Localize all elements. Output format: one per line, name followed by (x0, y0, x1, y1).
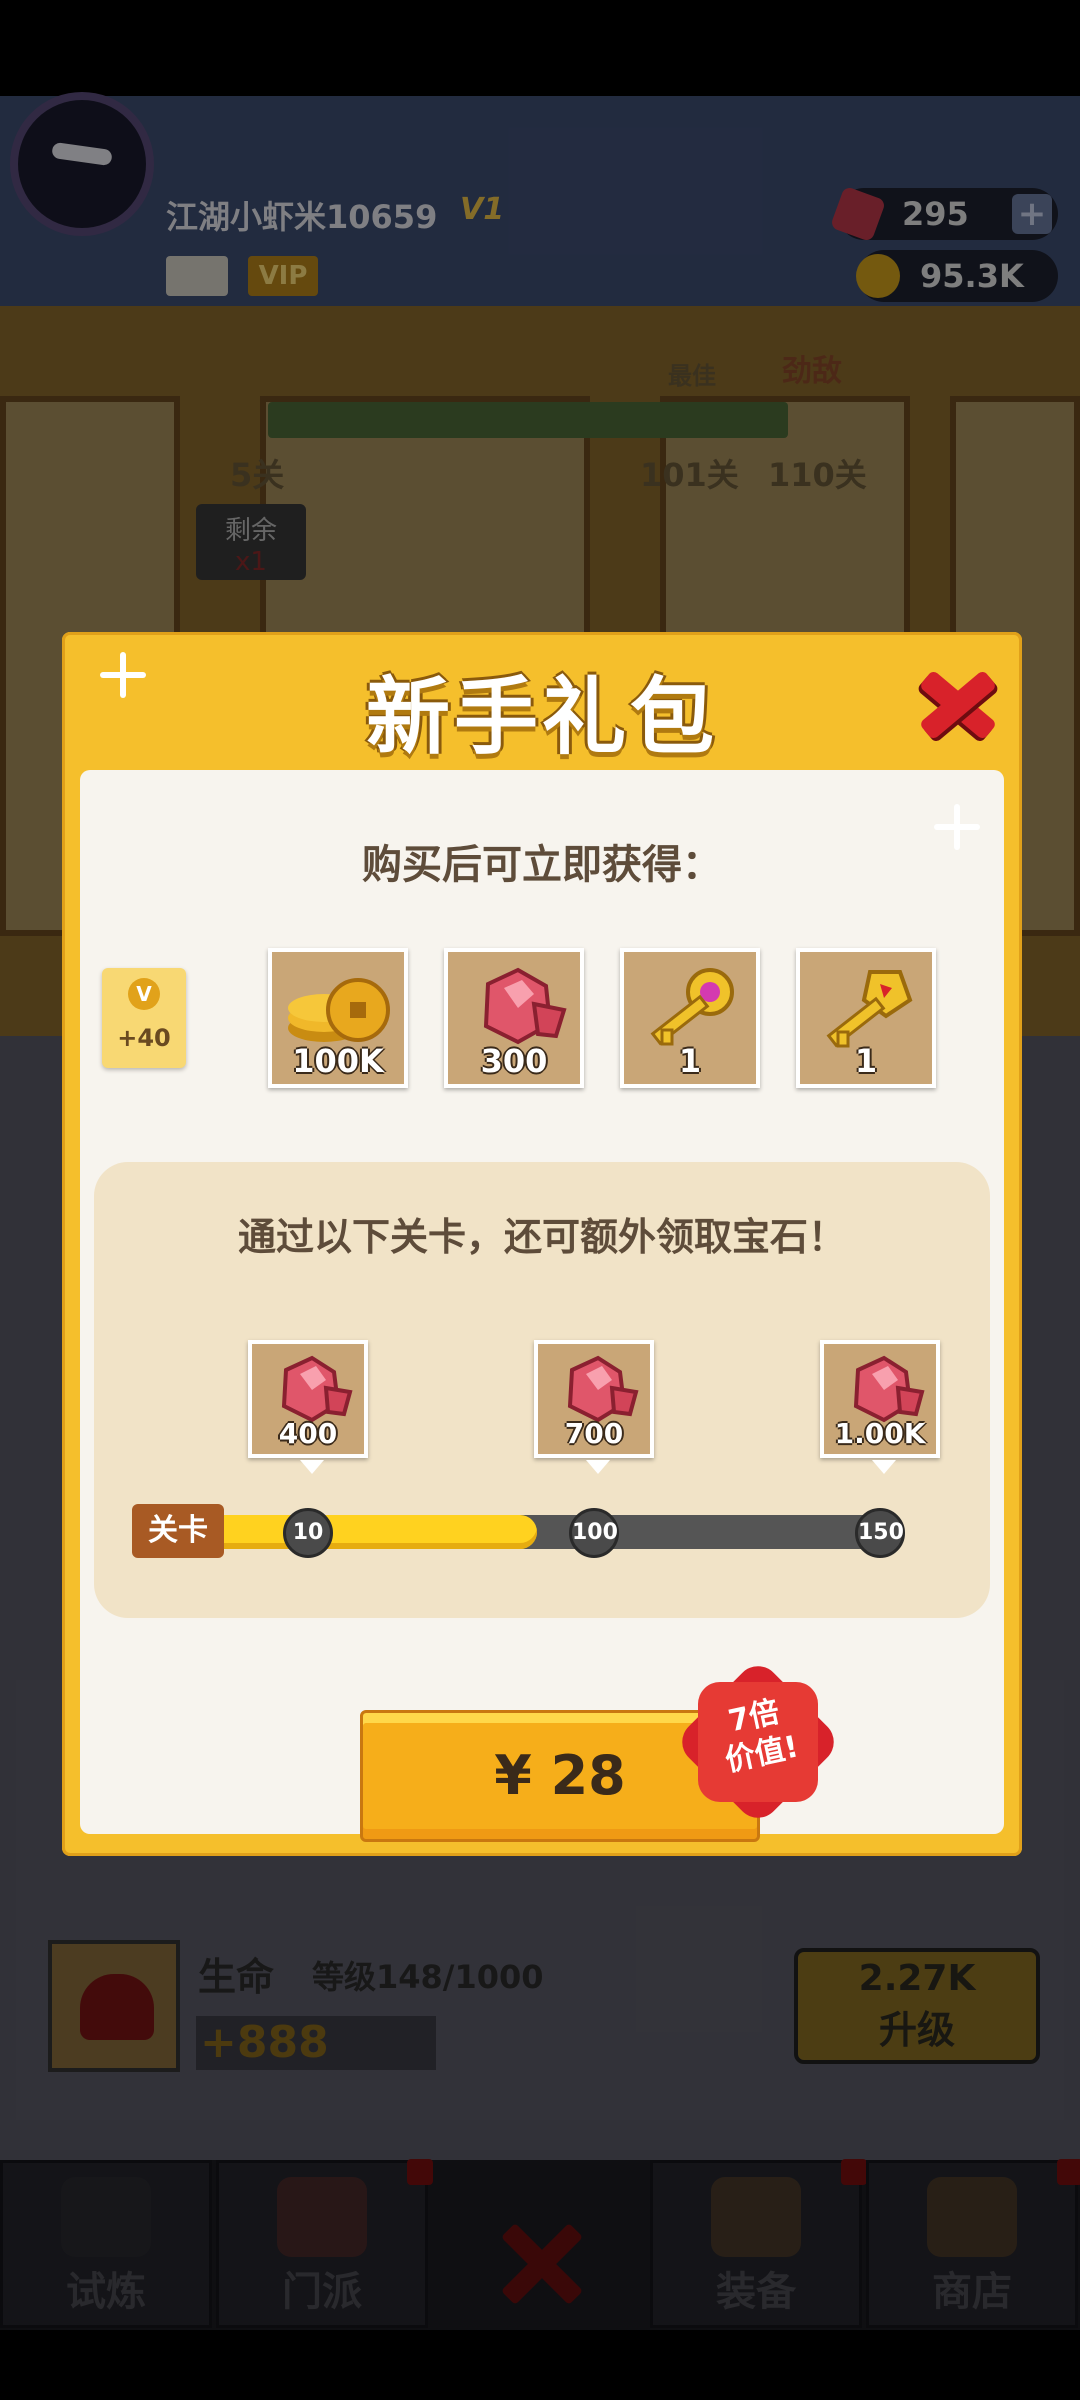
stage-reward-count: 400 (278, 1417, 338, 1450)
dialog-content: 购买后可立即获得： V +40 100K 300 1 1 通过以下关卡，还可额外… (80, 770, 1004, 1842)
gold-coins-icon (288, 978, 390, 1042)
starter-pack-dialog: 新手礼包 购买后可立即获得： V +40 100K 300 1 1 通过以下关卡… (62, 632, 1022, 1856)
ruby-gem-icon (281, 1355, 353, 1423)
stage-bonus-panel: 通过以下关卡，还可额外领取宝石！ 400 700 1.00K 关卡 10 100… (94, 1162, 990, 1618)
stage-node: 150 (855, 1508, 905, 1558)
ruby-gem-icon (567, 1355, 639, 1423)
reward-gold[interactable]: 100K (268, 948, 408, 1088)
reward-gems[interactable]: 300 (444, 948, 584, 1088)
ruby-gem-icon (483, 967, 567, 1045)
reward-gold-key[interactable]: 1 (796, 948, 936, 1088)
stage-reward-count: 1.00K (834, 1417, 926, 1450)
reward-count: 1 (854, 1042, 878, 1080)
vip-coin-icon: V (128, 978, 160, 1010)
stage-reward-count: 700 (564, 1417, 624, 1450)
stage-node: 10 (283, 1508, 333, 1558)
stage-reward[interactable]: 1.00K (820, 1340, 940, 1474)
stage-reward[interactable]: 400 (248, 1340, 368, 1474)
stage-chip: 关卡 (132, 1504, 224, 1558)
dialog-subtitle: 购买后可立即获得： (362, 842, 722, 888)
stage-progress-fill (204, 1515, 538, 1549)
reward-count: 300 (480, 1042, 548, 1080)
reward-gem-key[interactable]: 1 (620, 948, 760, 1088)
value-badge: 7倍 价值! (673, 1657, 843, 1827)
close-button[interactable] (914, 662, 1002, 746)
vip-points: +40 (117, 1024, 171, 1052)
reward-count: 100K (292, 1042, 384, 1080)
gold-key-icon (826, 970, 913, 1048)
reward-count: 1 (678, 1042, 702, 1080)
stage-reward[interactable]: 700 (534, 1340, 654, 1474)
ruby-gem-icon (853, 1355, 925, 1423)
vip-points-tag: V +40 (102, 968, 186, 1068)
pink-gem-key-icon (650, 968, 734, 1046)
dialog-title: 新手礼包 (365, 668, 718, 766)
stage-node: 100 (569, 1508, 619, 1558)
stage-bonus-title: 通过以下关卡，还可额外领取宝石！ (237, 1215, 846, 1259)
